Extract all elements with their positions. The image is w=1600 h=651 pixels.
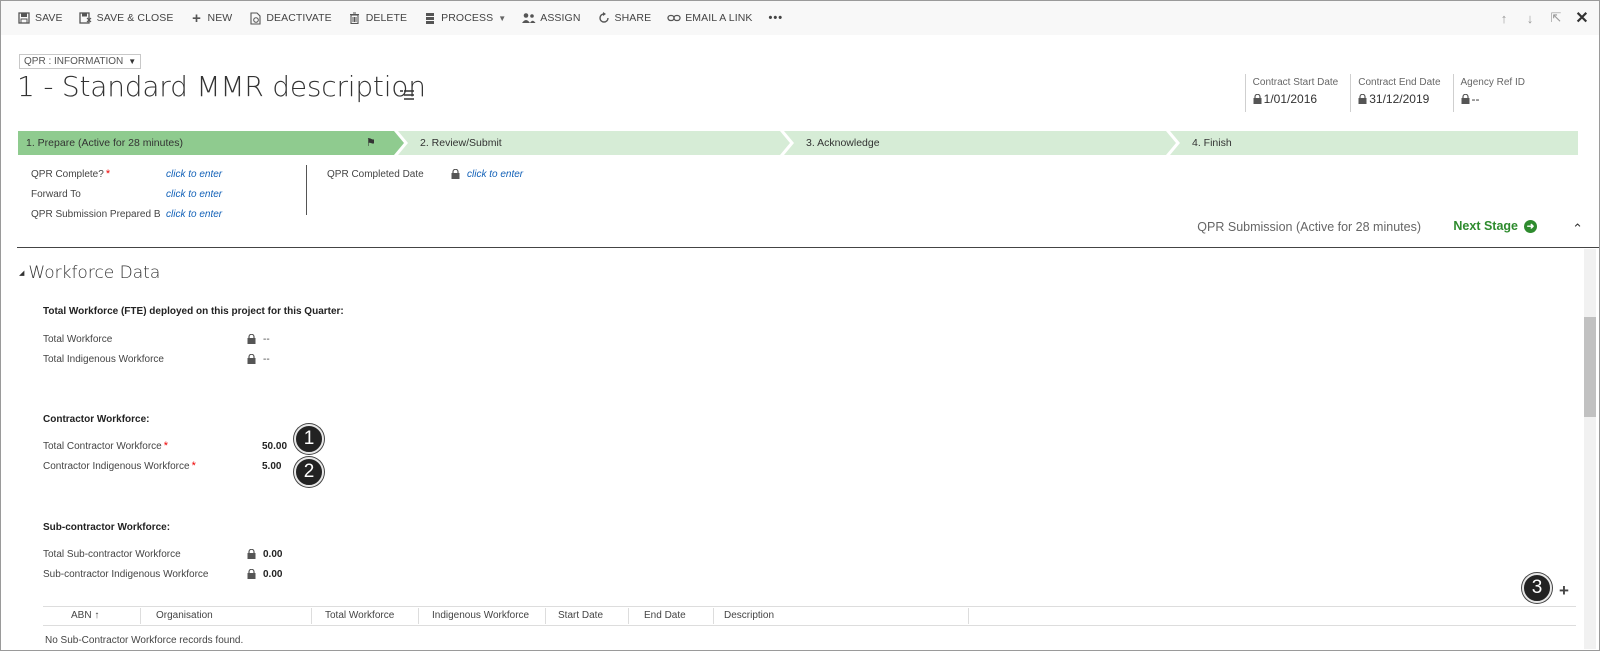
save-icon (17, 11, 31, 25)
email-link-button[interactable]: EMAIL A LINK (667, 11, 752, 25)
share-button[interactable]: SHARE (597, 11, 652, 25)
record-menu-icon[interactable] (400, 87, 414, 103)
contractor-indigenous-field: Contractor Indigenous Workforce * 5.00 (43, 460, 282, 472)
lock-icon (247, 569, 256, 579)
contractor-total-field: Total Contractor Workforce * 50.00 (43, 440, 288, 452)
arrow-up-icon[interactable]: ↑ (1491, 11, 1517, 26)
lock-icon (247, 549, 256, 559)
sub-contractor-grid: ABN ↑ Organisation Total Workforce Indig… (43, 606, 1576, 646)
total-indigenous-workforce-field: Total Indigenous Workforce -- (43, 353, 270, 365)
contractor-workforce-heading: Contractor Workforce: (43, 414, 150, 425)
sub-contractor-heading: Sub-contractor Workforce: (43, 522, 171, 533)
lock-icon (1358, 94, 1367, 104)
chevron-down-icon: ▼ (498, 13, 507, 23)
required-icon: * (191, 460, 196, 472)
contract-start-date-field: Contract Start Date 1/01/2016 (1244, 74, 1351, 112)
trash-icon (348, 11, 362, 25)
sub-total-field: Total Sub-contractor Workforce 0.00 (43, 548, 283, 560)
save-button[interactable]: SAVE (17, 11, 63, 25)
contractor-indigenous-input[interactable]: 5.00 (262, 461, 281, 472)
sort-ascending-icon: ↑ (94, 610, 100, 621)
flag-icon: ⚑ (366, 137, 376, 149)
stage-prepare[interactable]: 1. Prepare (Active for 28 minutes) (18, 131, 404, 155)
lock-icon (247, 334, 256, 344)
process-icon (423, 11, 437, 25)
lock-icon (451, 169, 460, 179)
pop-out-icon[interactable]: ⇱ (1543, 10, 1569, 26)
next-stage-button[interactable]: Next Stage ➜ (1453, 219, 1537, 233)
grid-header: ABN ↑ Organisation Total Workforce Indig… (43, 606, 1576, 626)
column-header-total-workforce[interactable]: Total Workforce (325, 610, 394, 621)
total-workforce-heading: Total Workforce (FTE) deployed on this p… (43, 306, 344, 317)
lock-icon (247, 354, 256, 364)
section-toggle-workforce-data[interactable]: ◢ Workforce Data (19, 263, 160, 283)
callout-badge-2: 2 (294, 457, 324, 487)
assign-button[interactable]: ASSIGN (522, 11, 580, 25)
form-selector[interactable]: QPR : INFORMATION ▼ (19, 54, 142, 69)
deactivate-icon (248, 11, 262, 25)
column-header-organisation[interactable]: Organisation (156, 610, 213, 621)
form-window: SAVE SAVE & CLOSE + NEW DEACTIVATE DELET… (0, 0, 1600, 651)
agency-ref-id-field: Agency Ref ID -- (1452, 74, 1537, 112)
more-icon: ••• (768, 12, 784, 24)
header-fields: Contract Start Date 1/01/2016 Contract E… (1244, 74, 1537, 112)
sub-indigenous-field: Sub-contractor Indigenous Workforce 0.00 (43, 568, 283, 580)
stage-fields-divider (306, 165, 307, 215)
forward-to-field: Forward To click to enter (31, 188, 223, 200)
process-bar-divider (17, 247, 1599, 248)
plus-icon: + (192, 9, 201, 27)
qpr-completed-date-input[interactable]: click to enter (467, 169, 523, 180)
column-header-abn[interactable]: ABN ↑ (71, 610, 99, 621)
qpr-complete-input[interactable]: click to enter (166, 169, 222, 180)
arrow-right-icon: ➜ (1524, 219, 1537, 233)
arrow-down-icon[interactable]: ↓ (1517, 11, 1543, 26)
link-icon (667, 11, 681, 25)
page-title: 1 - Standard MMR description (17, 70, 426, 103)
command-bar: SAVE SAVE & CLOSE + NEW DEACTIVATE DELET… (1, 1, 1599, 35)
business-process-bar: 1. Prepare (Active for 28 minutes) ⚑ 2. … (18, 131, 1578, 155)
qpr-completed-date-field: QPR Completed Date click to enter (327, 168, 524, 180)
stage-acknowledge[interactable]: 3. Acknowledge (784, 131, 1176, 155)
stage-fields: QPR Complete? * click to enter Forward To… (31, 164, 222, 224)
scrollbar-thumb[interactable] (1584, 317, 1596, 417)
grid-empty-message: No Sub-Contractor Workforce records foun… (45, 635, 244, 646)
column-header-indigenous-workforce[interactable]: Indigenous Workforce (432, 610, 529, 621)
share-icon (597, 11, 611, 25)
add-record-button[interactable]: + (1559, 581, 1569, 601)
column-header-start-date[interactable]: Start Date (558, 610, 603, 621)
submission-prepared-by-input[interactable]: click to enter (166, 209, 222, 220)
column-header-end-date[interactable]: End Date (644, 610, 686, 621)
lock-icon (1253, 94, 1262, 104)
stage-finish[interactable]: 4. Finish (1170, 131, 1578, 155)
qpr-complete-field: QPR Complete? * click to enter (31, 168, 223, 180)
close-icon[interactable]: ✕ (1569, 8, 1595, 28)
required-icon: * (163, 440, 169, 452)
collapse-triangle-icon: ◢ (19, 269, 25, 277)
callout-badge-1: 1 (294, 424, 324, 454)
column-header-description[interactable]: Description (724, 610, 774, 621)
save-close-icon (79, 11, 93, 25)
submission-prepared-by-field: QPR Submission Prepared B click to enter (31, 208, 223, 220)
delete-button[interactable]: DELETE (348, 11, 407, 25)
scrollbar-track[interactable] (1584, 249, 1596, 649)
contract-end-date-field: Contract End Date 31/12/2019 (1350, 74, 1452, 112)
lock-icon (1461, 94, 1470, 104)
more-commands-button[interactable]: ••• (769, 12, 784, 24)
new-button[interactable]: + NEW (190, 9, 233, 27)
callout-badge-3: 3 (1522, 573, 1552, 603)
active-stage-label: QPR Submission (Active for 28 minutes) (1197, 220, 1421, 234)
stage-fields-column-2: QPR Completed Date click to enter (327, 164, 523, 184)
assign-icon (522, 11, 536, 25)
process-button[interactable]: PROCESS ▼ (423, 11, 506, 25)
deactivate-button[interactable]: DEACTIVATE (248, 11, 332, 25)
required-icon: * (105, 168, 111, 180)
window-controls: ↑ ↓ ⇱ ✕ (1491, 1, 1595, 35)
forward-to-input[interactable]: click to enter (166, 189, 222, 200)
save-close-button[interactable]: SAVE & CLOSE (79, 11, 174, 25)
chevron-down-icon: ▼ (128, 57, 137, 66)
contractor-total-input[interactable]: 50.00 (262, 441, 287, 452)
chevron-up-icon[interactable]: ⌃ (1572, 221, 1583, 237)
stage-review-submit[interactable]: 2. Review/Submit (398, 131, 790, 155)
total-workforce-field: Total Workforce -- (43, 333, 270, 345)
